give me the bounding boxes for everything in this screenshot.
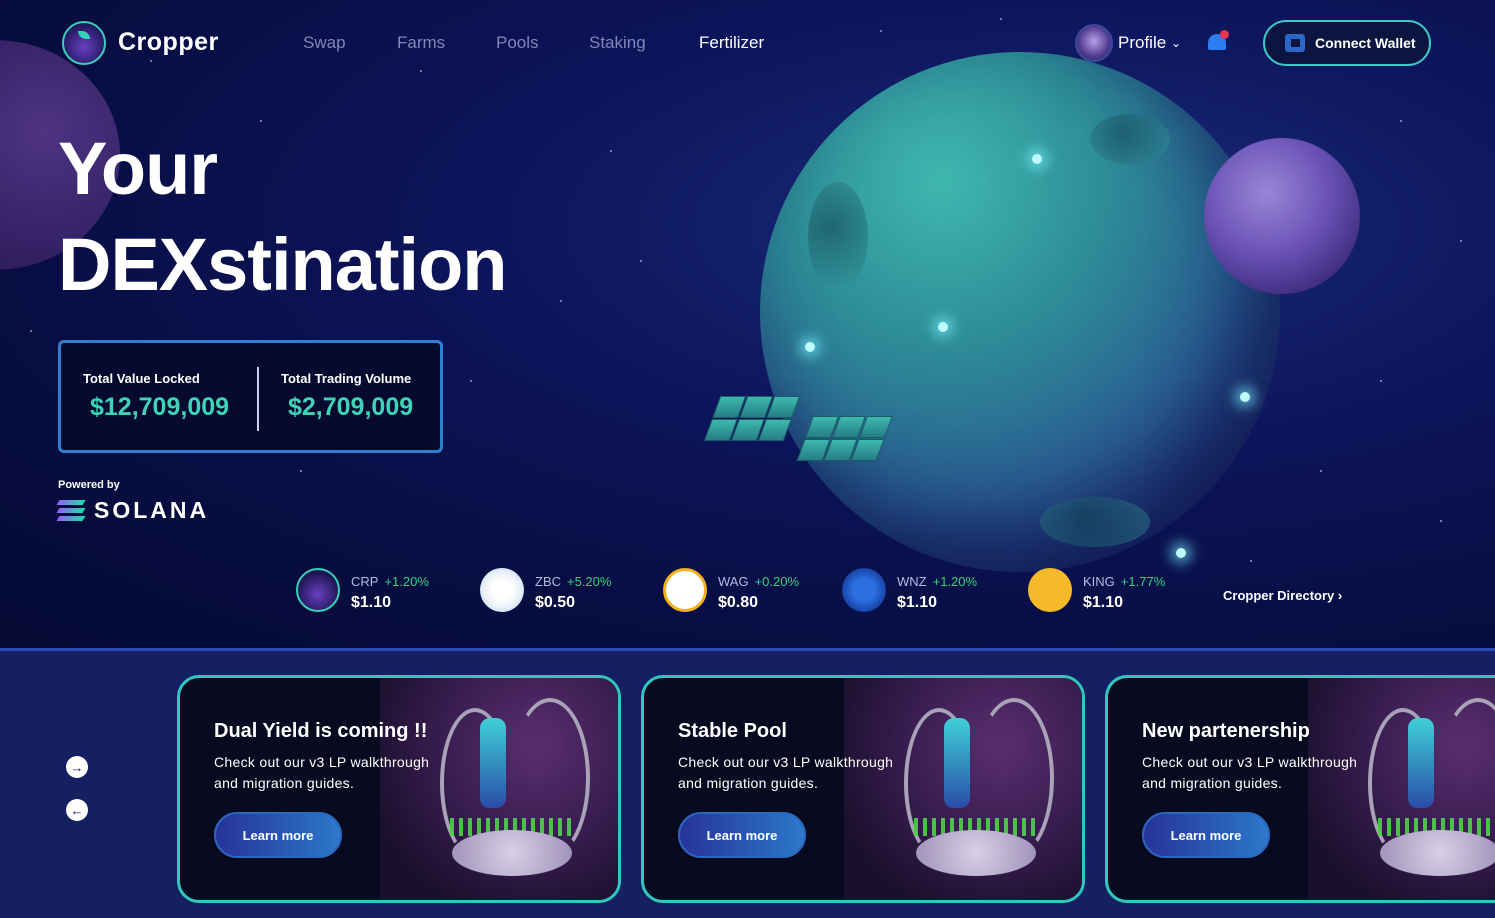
nav-swap[interactable]: Swap	[303, 33, 346, 53]
powered-by-label: Powered by	[58, 479, 120, 491]
nav-pools[interactable]: Pools	[496, 33, 539, 53]
chevron-down-icon[interactable]: ⌄	[1171, 36, 1181, 50]
ticker-wnz[interactable]: WNZ +1.20% $1.10	[842, 568, 992, 618]
learn-more-button[interactable]: Learn more	[678, 812, 806, 858]
ticker-symbol: KING	[1083, 574, 1115, 589]
chevron-right-icon: ›	[1337, 588, 1343, 603]
stats-divider	[257, 367, 259, 431]
card-title: Dual Yield is coming !!	[214, 720, 428, 742]
ticker-change: +1.20%	[932, 574, 978, 589]
ticker-symbol: WNZ	[897, 574, 927, 589]
connect-wallet-label: Connect Wallet	[1315, 35, 1416, 51]
connect-wallet-button[interactable]: Connect Wallet	[1263, 20, 1431, 66]
card-description: Check out our v3 LP walkthrough and migr…	[1142, 754, 1358, 791]
solana-icon	[56, 500, 86, 522]
ticker-king[interactable]: KING +1.77% $1.10	[1028, 568, 1178, 618]
profile-avatar[interactable]	[1075, 24, 1113, 62]
brand-name[interactable]: Cropper	[118, 28, 219, 57]
ticker-zbc[interactable]: ZBC +5.20% $0.50	[480, 568, 630, 618]
card-description: Check out our v3 LP walkthrough and migr…	[678, 754, 894, 791]
ticker-wag[interactable]: WAG +0.20% $0.80	[663, 568, 813, 618]
violet-planet-right	[1204, 138, 1360, 294]
card-title: Stable Pool	[678, 720, 787, 742]
ticker-change: +0.20%	[754, 574, 800, 589]
ticker-price: $1.10	[351, 594, 392, 611]
ticker-symbol: WAG	[718, 574, 749, 589]
king-token-icon	[1028, 568, 1072, 612]
hero-title-line2: DEXstination	[58, 223, 507, 306]
ticker-price: $0.80	[718, 594, 759, 611]
volume-value: $2,709,009	[288, 393, 414, 421]
promo-card[interactable]: Dual Yield is coming !! Check out our v3…	[177, 675, 621, 903]
tvl-label: Total Value Locked	[83, 371, 200, 386]
learn-more-button[interactable]: Learn more	[214, 812, 342, 858]
cropper-directory-link[interactable]: Cropper Directory ›	[1223, 588, 1342, 603]
volume-label: Total Trading Volume	[281, 371, 412, 386]
solana-wordmark: SOLANA	[94, 497, 210, 523]
bell-icon[interactable]	[1206, 30, 1229, 54]
nav-staking[interactable]: Staking	[589, 33, 646, 53]
promo-card[interactable]: New partenership Check out our v3 LP wal…	[1105, 675, 1495, 903]
carousel-next-arrow-icon[interactable]: →	[66, 756, 88, 778]
ticker-price: $1.10	[1083, 594, 1124, 611]
promo-card[interactable]: Stable Pool Check out our v3 LP walkthro…	[641, 675, 1085, 903]
wnz-token-icon	[842, 568, 886, 612]
zbc-token-icon	[480, 568, 524, 612]
ticker-change: +1.20%	[384, 574, 429, 589]
ticker-change: +5.20%	[567, 574, 612, 589]
tvl-value: $12,709,009	[90, 393, 230, 421]
ticker-symbol: ZBC	[535, 574, 561, 589]
hero-title-line1: Your	[58, 127, 218, 210]
card-title: New partenership	[1142, 720, 1310, 742]
hero-section	[0, 0, 1495, 648]
learn-more-button[interactable]: Learn more	[1142, 812, 1270, 858]
ticker-change: +1.77%	[1120, 574, 1166, 589]
stats-box: Total Value Locked $12,709,009 Total Tra…	[58, 340, 443, 453]
wallet-icon	[1285, 34, 1305, 52]
ticker-crp[interactable]: CRP +1.20% $1.10	[296, 568, 446, 618]
ticker-symbol: CRP	[351, 574, 379, 589]
card-description: Check out our v3 LP walkthrough and migr…	[214, 754, 430, 791]
carousel-prev-arrow-icon[interactable]: ←	[66, 799, 88, 821]
directory-label: Cropper Directory	[1223, 588, 1335, 603]
solar-panel-illustration	[650, 386, 952, 506]
nav-fertilizer[interactable]: Fertilizer	[699, 33, 764, 53]
profile-menu[interactable]: Profile	[1118, 33, 1166, 53]
ticker-price: $1.10	[897, 594, 938, 611]
nav-farms[interactable]: Farms	[397, 33, 445, 53]
crp-token-icon	[296, 568, 340, 612]
cropper-fruit-icon[interactable]	[62, 21, 106, 65]
ticker-price: $0.50	[535, 594, 576, 611]
notification-dot	[1220, 30, 1229, 39]
wag-bee-token-icon	[663, 568, 707, 612]
